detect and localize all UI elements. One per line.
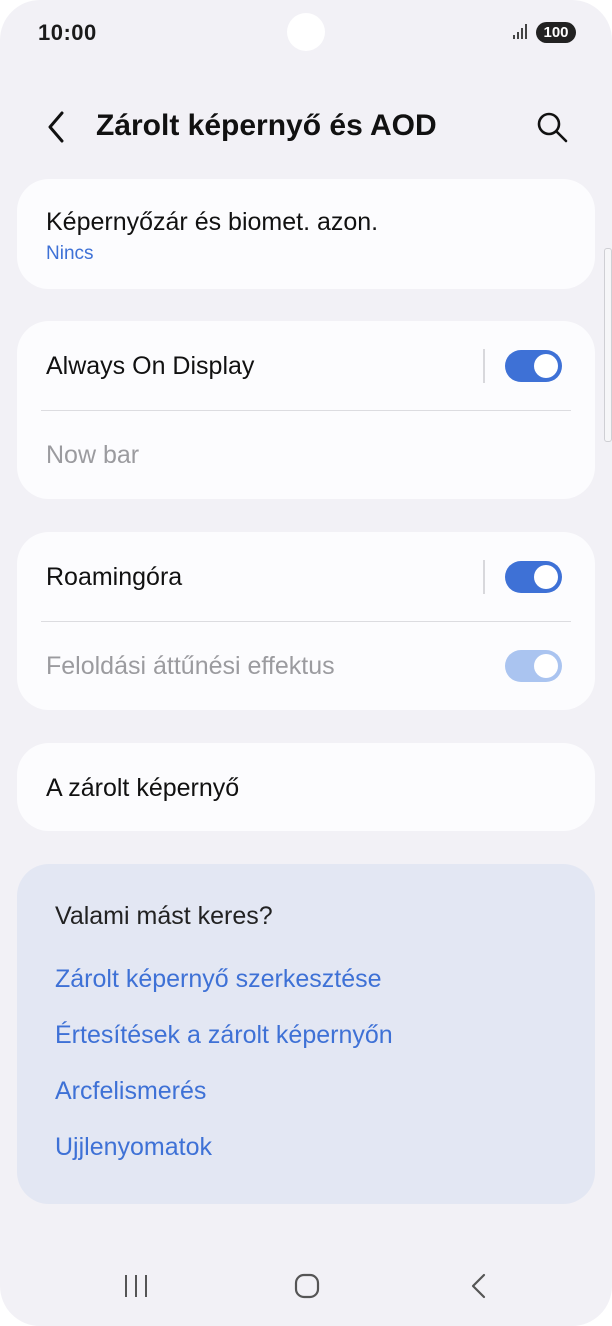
suggestion-link[interactable]: Értesítések a zárolt képernyőn bbox=[55, 1021, 393, 1050]
toggle-knob bbox=[534, 654, 558, 678]
aod-card: Always On Display Now bar bbox=[17, 321, 595, 499]
back-nav-icon[interactable] bbox=[463, 1270, 495, 1302]
lockscreen-card[interactable]: A zárolt képernyő bbox=[17, 743, 595, 831]
now-bar-row[interactable]: Now bar bbox=[17, 411, 595, 499]
toggle-knob bbox=[534, 354, 558, 378]
always-on-display-toggle[interactable] bbox=[505, 350, 562, 382]
page-title: Zárolt képernyő és AOD bbox=[96, 109, 437, 142]
phone-screen: 10:00 100 Zárolt képernyő és AOD Képerny… bbox=[0, 0, 612, 1326]
unlock-transition-row[interactable]: Feloldási áttűnési effektus bbox=[17, 622, 595, 710]
search-icon[interactable] bbox=[534, 109, 570, 145]
roaming-clock-row[interactable]: Roamingóra bbox=[17, 532, 595, 622]
status-time: 10:00 bbox=[38, 20, 97, 45]
screen-lock-label: Képernyőzár és biomet. azon. bbox=[46, 208, 379, 236]
home-icon[interactable] bbox=[291, 1270, 323, 1302]
app-header: Zárolt képernyő és AOD bbox=[0, 95, 612, 159]
row-divider bbox=[483, 349, 485, 383]
suggestion-link[interactable]: Arcfelismerés bbox=[55, 1077, 206, 1106]
suggestion-link[interactable]: Ujjlenyomatok bbox=[55, 1133, 212, 1162]
roaming-card: Roamingóra Feloldási áttűnési effektus bbox=[17, 532, 595, 710]
screen-lock-value: Nincs bbox=[46, 243, 94, 264]
navigation-bar bbox=[0, 1256, 612, 1316]
camera-cutout bbox=[287, 13, 325, 51]
always-on-display-row[interactable]: Always On Display bbox=[17, 321, 595, 411]
row-divider bbox=[483, 560, 485, 594]
always-on-display-label: Always On Display bbox=[46, 352, 255, 380]
status-bar: 10:00 100 bbox=[0, 0, 612, 64]
suggestion-link[interactable]: Zárolt képernyő szerkesztése bbox=[55, 965, 382, 994]
roaming-clock-label: Roamingóra bbox=[46, 563, 183, 591]
screen-lock-card[interactable]: Képernyőzár és biomet. azon. Nincs bbox=[17, 179, 595, 289]
roaming-clock-toggle[interactable] bbox=[505, 561, 562, 593]
back-icon[interactable] bbox=[38, 107, 74, 147]
unlock-transition-label: Feloldási áttűnési effektus bbox=[46, 652, 335, 680]
unlock-transition-toggle[interactable] bbox=[505, 650, 562, 682]
lockscreen-label: A zárolt képernyő bbox=[46, 774, 240, 802]
signal-icon bbox=[513, 24, 527, 39]
suggestions-title: Valami mást keres? bbox=[55, 902, 273, 930]
recents-icon[interactable] bbox=[120, 1270, 152, 1302]
toggle-knob bbox=[534, 565, 558, 589]
battery-icon: 100 bbox=[536, 22, 576, 43]
scroll-indicator[interactable] bbox=[604, 248, 612, 442]
suggestions-panel: Valami mást keres? Zárolt képernyő szerk… bbox=[17, 864, 595, 1204]
now-bar-label: Now bar bbox=[46, 441, 140, 469]
